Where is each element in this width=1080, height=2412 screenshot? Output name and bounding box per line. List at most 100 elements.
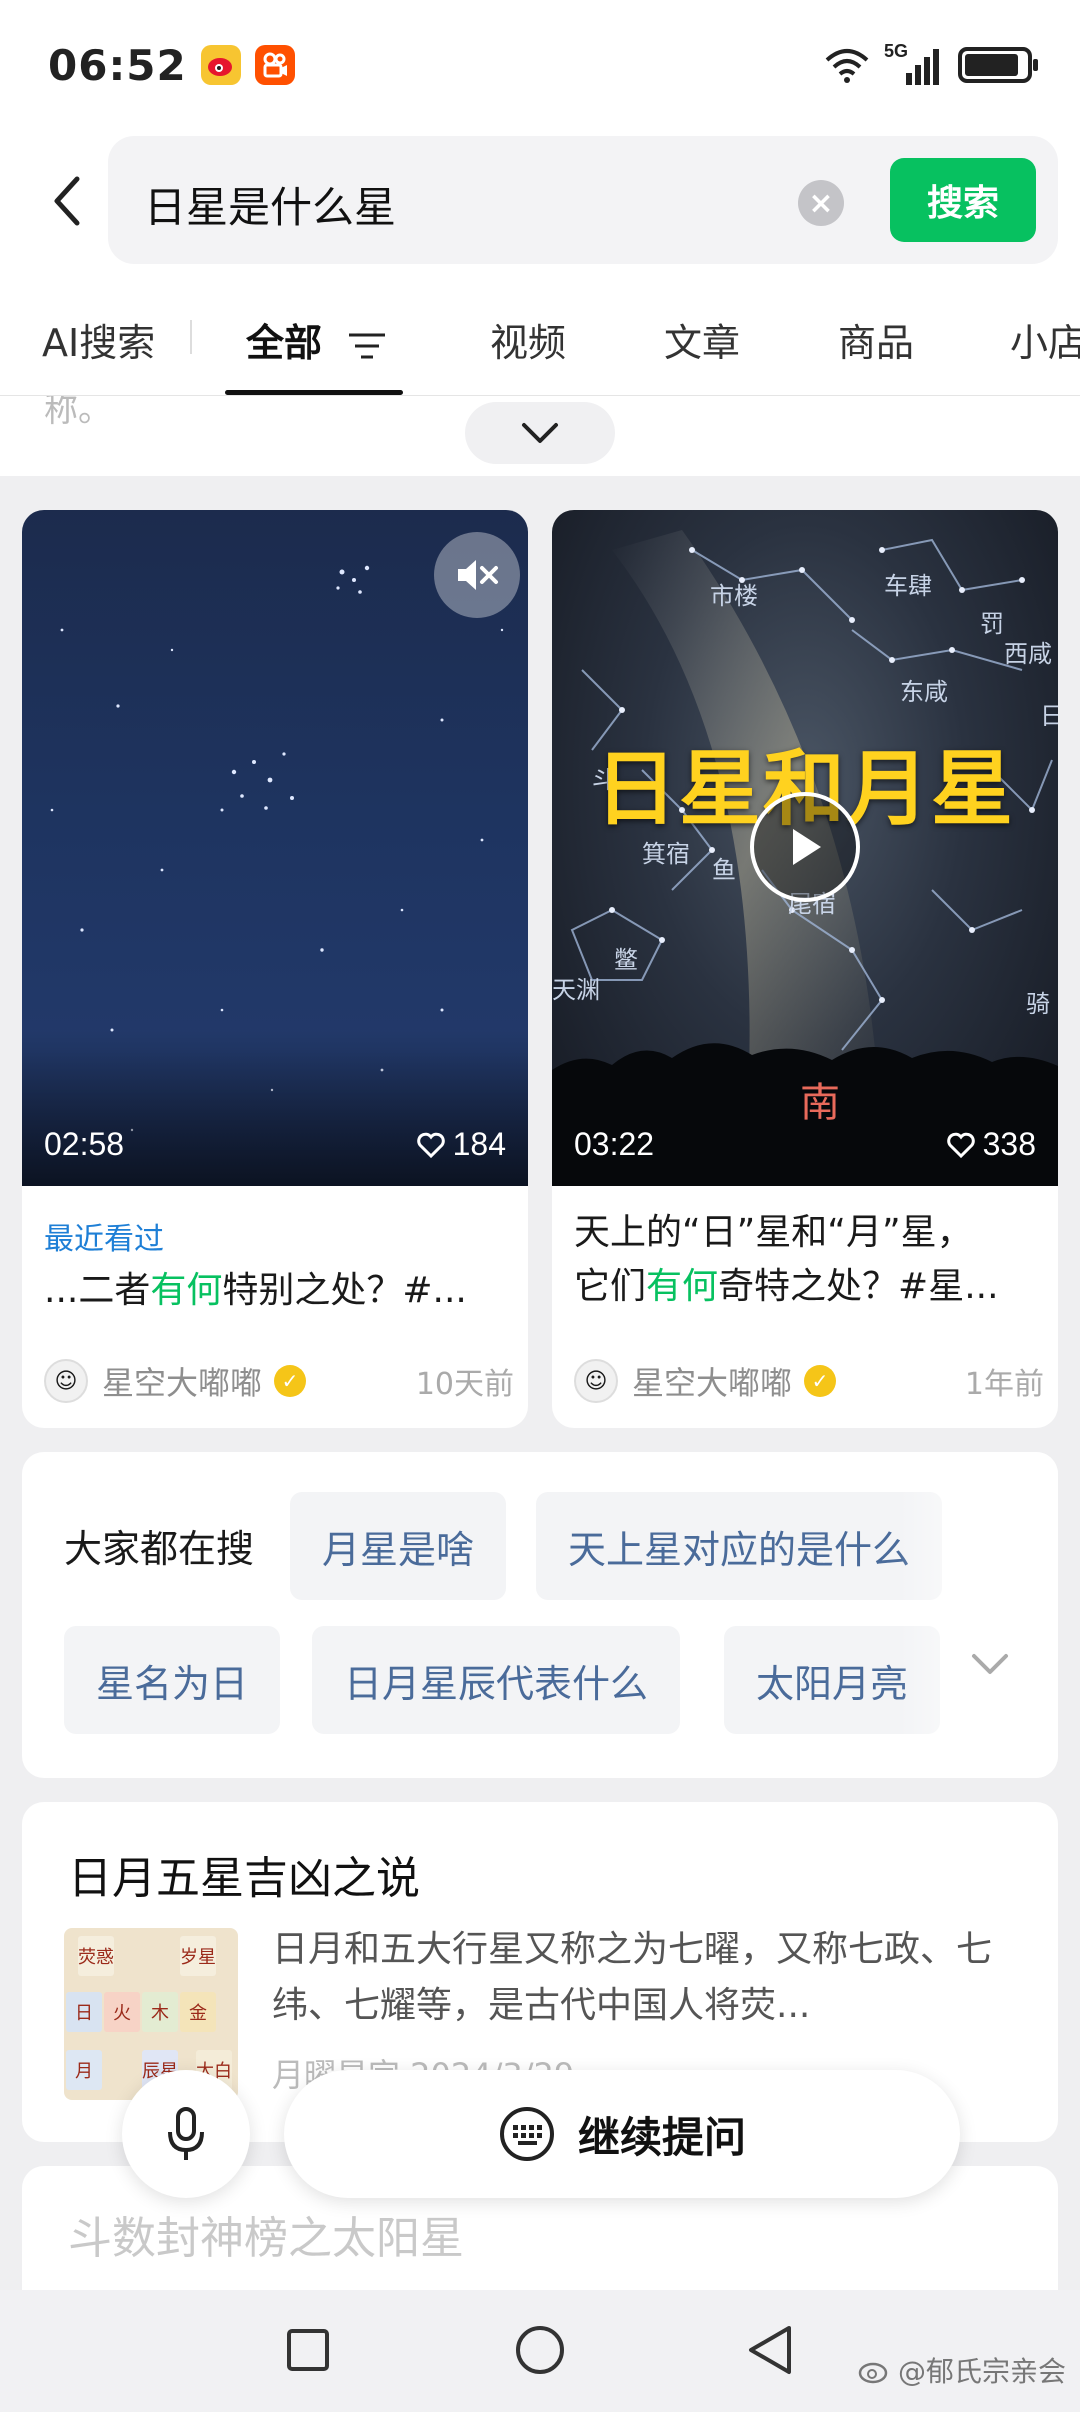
recently-watched-tag: 最近看过	[44, 1222, 164, 1257]
stamp-text: 日	[66, 1992, 102, 2032]
stamp-text: 金	[180, 1992, 216, 2032]
search-chip[interactable]: 日月星辰代表什么	[312, 1626, 681, 1734]
video-title-pre: 它们	[574, 1266, 647, 1307]
article-thumbnail: 荧惑 岁星 日 火 木 金 月 辰星 太白	[64, 1928, 238, 2100]
video-thumbnail[interactable]: 02:58 184	[22, 510, 528, 1186]
people-search-label: 大家都在搜	[64, 1527, 255, 1571]
tab-all-label: 全部	[246, 321, 323, 365]
time-ago: 1年前	[964, 1367, 1044, 1402]
triangle-back-icon	[749, 2326, 791, 2374]
avatar: ☺	[44, 1359, 88, 1403]
stamp-text: 木	[142, 1992, 178, 2032]
weibo-icon	[200, 45, 241, 85]
clear-icon[interactable]: ×	[798, 180, 844, 226]
continue-ask-label: 继续提问	[577, 2112, 746, 2162]
play-icon	[793, 829, 821, 865]
tab-ai-search[interactable]: AI搜索	[42, 312, 155, 367]
keyboard-icon	[499, 2107, 554, 2161]
video-title-highlight: 有何	[646, 1266, 719, 1307]
stamp-text: 岁星	[180, 1936, 216, 1976]
search-chip[interactable]: 月星是啥	[290, 1492, 507, 1600]
like-count: 184	[416, 1126, 506, 1163]
filter-icon	[349, 333, 386, 358]
chevron-down-icon	[972, 1654, 1008, 1674]
search-button[interactable]: 搜索	[890, 158, 1036, 242]
direction-label: 南	[800, 1080, 840, 1126]
wifi-icon	[825, 49, 869, 83]
expand-chips-button[interactable]	[970, 1652, 1010, 1680]
back-button[interactable]	[36, 166, 96, 236]
article-summary: 日月和五大行星又称之为七曜，又称七政、七纬、七耀等，是古代中国人将荧...	[272, 1929, 993, 2026]
kuaishou-icon	[254, 45, 295, 85]
chevron-left-icon	[54, 176, 80, 226]
star-label: 天渊	[552, 976, 600, 1004]
heart-icon	[946, 1132, 975, 1158]
video-title-line1: 天上的“日”星和“月”星，	[574, 1212, 973, 1253]
search-input[interactable]: 日星是什么星 × 搜索	[108, 136, 1058, 264]
continue-ask-button[interactable]: 继续提问	[284, 2070, 960, 2198]
video-title[interactable]: ...二者有何特别之处？#...	[44, 1264, 467, 1318]
video-title-highlight: 有何	[150, 1270, 223, 1311]
heart-icon	[416, 1132, 445, 1158]
voice-input-button[interactable]	[122, 2070, 250, 2198]
starfield	[22, 565, 528, 1186]
star-label: 东咸	[900, 678, 948, 706]
video-thumbnail[interactable]: 市楼 车肆 罚 西咸 东咸 日 斗 箕宿 鱼 尾宿 鳖 天渊 骑 日星和月星 南…	[552, 510, 1058, 1186]
tab-goods[interactable]: 商品	[838, 312, 914, 367]
muted-speaker-icon	[458, 560, 498, 590]
video-title-line2: 它们有何奇特之处？#星...	[574, 1260, 999, 1314]
author-row[interactable]: ☺ 星空大嘟嘟 ✓ 10天前	[44, 1356, 514, 1406]
search-chip[interactable]: 星名为日	[64, 1626, 281, 1734]
star-label: 市楼	[710, 582, 758, 610]
recents-button[interactable]	[278, 2320, 338, 2380]
tab-underline	[225, 390, 403, 395]
collapse-strip: 称。	[0, 396, 1080, 476]
star-label: 鳖	[614, 946, 638, 974]
avatar: ☺	[574, 1359, 618, 1403]
weibo-logo-icon	[858, 2362, 888, 2384]
status-bar: 06:52 5G	[0, 0, 1080, 130]
people-also-search: 大家都在搜 月星是啥 天上星对应的是什么 星名为日 日月星辰代表什么 太阳月亮	[22, 1452, 1058, 1778]
author-row[interactable]: ☺ 星空大嘟嘟 ✓ 1年前	[574, 1356, 1044, 1406]
author-name: 星空大嘟嘟	[632, 1364, 793, 1402]
tab-divider	[190, 320, 192, 354]
article-title[interactable]: 日月五星吉凶之说	[68, 1842, 420, 1906]
battery-icon	[958, 47, 1038, 83]
star-label: 罚	[980, 610, 1004, 638]
signal-icon: 5G	[884, 41, 944, 87]
mute-button[interactable]	[434, 532, 520, 618]
home-button[interactable]	[510, 2320, 570, 2380]
search-chip[interactable]: 天上星对应的是什么	[536, 1492, 943, 1600]
stamp-text: 月	[66, 2050, 102, 2090]
system-nav-bar: @郁氏宗亲会	[0, 2290, 1080, 2412]
tab-video[interactable]: 视频	[490, 312, 566, 367]
tab-article[interactable]: 文章	[664, 312, 740, 367]
status-right: 5G	[824, 41, 1038, 87]
fade-overlay	[898, 1452, 1058, 1778]
video-title-post: 特别之处？#...	[222, 1270, 467, 1311]
expand-button[interactable]	[465, 402, 615, 464]
back-nav-button[interactable]	[740, 2320, 800, 2380]
tab-bar: AI搜索 全部 视频 文章 商品 小店	[0, 272, 1080, 396]
stamp-text: 火	[104, 1992, 140, 2032]
tab-all[interactable]: 全部	[246, 312, 387, 367]
status-time: 06:52	[48, 40, 187, 90]
video-card[interactable]: 市楼 车肆 罚 西咸 东咸 日 斗 箕宿 鱼 尾宿 鳖 天渊 骑 日星和月星 南…	[552, 510, 1058, 1428]
star-label: 鱼	[712, 856, 736, 884]
watermark-text: @郁氏宗亲会	[897, 2355, 1066, 2388]
like-count: 338	[946, 1126, 1036, 1163]
video-card[interactable]: 02:58 184 最近看过 ...二者有何特别之处？#... ☺ 星空大嘟嘟 …	[22, 510, 528, 1428]
article-title[interactable]: 斗数封神榜之太阳星	[68, 2202, 464, 2266]
like-count-value: 338	[982, 1126, 1036, 1162]
verified-icon: ✓	[274, 1365, 307, 1397]
circle-icon	[516, 2326, 564, 2374]
tab-shop[interactable]: 小店	[1010, 312, 1080, 367]
time-ago: 10天前	[415, 1367, 514, 1402]
play-button[interactable]	[750, 792, 860, 902]
search-query[interactable]: 日星是什么星	[144, 174, 396, 235]
video-title[interactable]: 天上的“日”星和“月”星， 它们有何奇特之处？#星...	[574, 1206, 999, 1314]
faded-text: 称。	[44, 396, 112, 430]
search-header: 日星是什么星 × 搜索	[0, 130, 1080, 272]
author-name: 星空大嘟嘟	[102, 1364, 263, 1402]
star-label: 西咸	[1004, 640, 1052, 668]
